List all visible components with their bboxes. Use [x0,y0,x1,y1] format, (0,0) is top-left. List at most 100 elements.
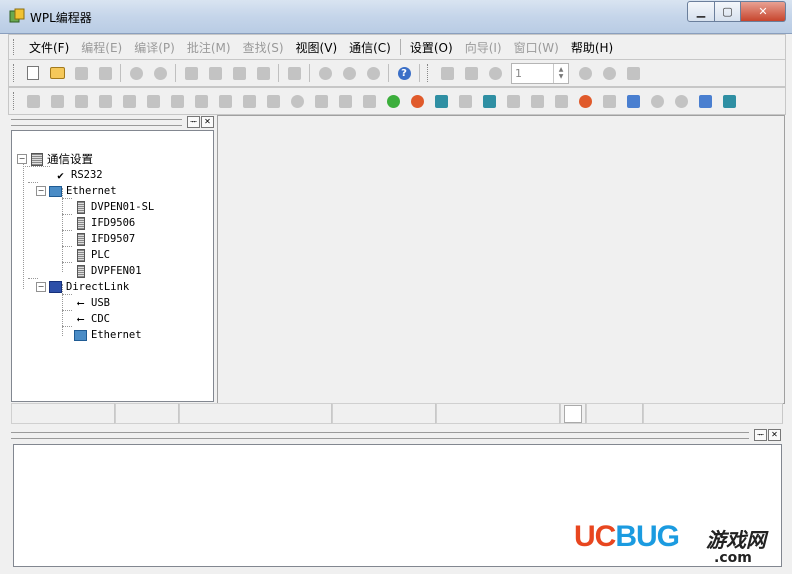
open-button[interactable] [47,63,67,83]
network5-icon [602,94,616,108]
toolbar-grip[interactable] [427,64,431,82]
comment-button[interactable] [239,91,259,111]
panel-close-button[interactable]: ✕ [201,116,214,128]
edit-button[interactable] [215,91,235,111]
tree-root-node[interactable]: − 通信设置 [17,151,93,167]
coil-button[interactable] [119,91,139,111]
zoom-in-button[interactable] [339,63,359,83]
function-button[interactable] [143,91,163,111]
tree-node-device[interactable]: PLC [74,247,110,263]
compile-button[interactable] [437,63,457,83]
menu-compile[interactable]: 编译(P) [128,39,181,56]
network4-button[interactable] [575,91,595,111]
print-preview-button[interactable] [150,63,170,83]
block2-icon [338,94,352,108]
menu-settings[interactable]: 设置(O) [404,39,459,56]
monitor-button[interactable] [485,63,505,83]
tree-node-dl-ethernet[interactable]: Ethernet [74,327,142,343]
download-button[interactable] [431,91,451,111]
standard-toolbar: ? 1 ▲ ▼ [8,59,786,87]
falling-button[interactable] [95,91,115,111]
note-icon [266,94,280,108]
list-button[interactable] [191,91,211,111]
table-button[interactable] [167,91,187,111]
menu-window[interactable]: 窗口(W) [508,39,565,56]
copy-button[interactable] [205,63,225,83]
minimize-button[interactable]: ▁ [687,1,715,22]
pin-button[interactable]: ᅲ [187,116,200,128]
block-button[interactable] [311,91,331,111]
toolbar-grip[interactable] [13,92,17,110]
close-button[interactable]: ✕ [741,1,786,22]
toolbar-grip[interactable] [13,64,17,82]
tree-node-device[interactable]: DVPFEN01 [74,263,142,279]
panel-grip[interactable] [11,431,749,439]
step-spinner[interactable]: 1 ▲ ▼ [511,62,569,84]
tree-node-directlink[interactable]: − DirectLink [36,279,129,295]
help-button[interactable]: ? [394,63,414,83]
menu-help[interactable]: 帮助(H) [565,39,619,56]
paste-button[interactable] [229,63,249,83]
undo-button[interactable] [284,63,304,83]
refresh-button[interactable] [599,63,619,83]
contact-no-button[interactable] [23,91,43,111]
tree-line [23,157,24,289]
menu-view[interactable]: 视图(V) [290,39,344,56]
panel-grip[interactable] [11,118,182,126]
stop-button[interactable] [575,63,595,83]
zoom-button[interactable] [315,63,335,83]
tree-node-device[interactable]: IFD9506 [74,215,135,231]
communication-tree[interactable]: − 通信设置 ✔ RS232 − Ethernet DVPEN01-SL IFD… [11,130,214,402]
menu-find[interactable]: 查找(S) [237,39,290,56]
marker-button[interactable] [287,91,307,111]
network3-button[interactable] [551,91,571,111]
spinner-arrows-icon[interactable]: ▲ ▼ [553,63,568,83]
search2-button[interactable] [671,91,691,111]
computer-button[interactable] [695,91,715,111]
cut-button[interactable] [181,63,201,83]
block2-button[interactable] [335,91,355,111]
menu-program[interactable]: 编程(E) [75,39,128,56]
network-button[interactable] [503,91,523,111]
note-button[interactable] [263,91,283,111]
collapse-icon[interactable]: − [36,186,46,196]
compare-button[interactable] [479,91,499,111]
save-all-button[interactable] [95,63,115,83]
stop-red-button[interactable] [407,91,427,111]
tree-node-cdc[interactable]: ⭠ CDC [74,311,110,327]
status-checkbox[interactable] [563,405,582,423]
erase-button[interactable] [253,63,273,83]
upload-button[interactable] [455,91,475,111]
pin-button[interactable]: ᅲ [754,429,767,441]
link-button[interactable] [719,91,739,111]
network2-button[interactable] [527,91,547,111]
menu-grip[interactable] [13,39,17,55]
main-workspace[interactable] [217,115,785,404]
menu-comment[interactable]: 批注(M) [181,39,237,56]
save-button[interactable] [71,63,91,83]
run-button[interactable] [623,63,643,83]
network5-button[interactable] [599,91,619,111]
menu-wizard[interactable]: 向导(I) [459,39,508,56]
tree-node-ethernet[interactable]: − Ethernet [36,183,117,199]
decompile-button[interactable] [461,63,481,83]
zoom-out-button[interactable] [363,63,383,83]
menu-file[interactable]: 文件(F) [23,39,75,56]
collapse-icon[interactable]: − [36,282,46,292]
collapse-icon[interactable]: − [17,154,27,164]
rising-button[interactable] [71,91,91,111]
panel-close-button[interactable]: ✕ [768,429,781,441]
tree-node-device[interactable]: DVPEN01-SL [74,199,154,215]
contact-nc-button[interactable] [47,91,67,111]
search-button[interactable] [647,91,667,111]
image-button[interactable] [623,91,643,111]
run-green-button[interactable] [383,91,403,111]
maximize-button[interactable]: ▢ [715,1,741,22]
tree-node-usb[interactable]: ⭠ USB [74,295,110,311]
new-file-button[interactable] [23,63,43,83]
tree-node-device[interactable]: IFD9507 [74,231,135,247]
menu-communication[interactable]: 通信(C) [343,39,397,56]
print-button[interactable] [126,63,146,83]
block3-button[interactable] [359,91,379,111]
tree-node-rs232[interactable]: ✔ RS232 [54,167,102,183]
